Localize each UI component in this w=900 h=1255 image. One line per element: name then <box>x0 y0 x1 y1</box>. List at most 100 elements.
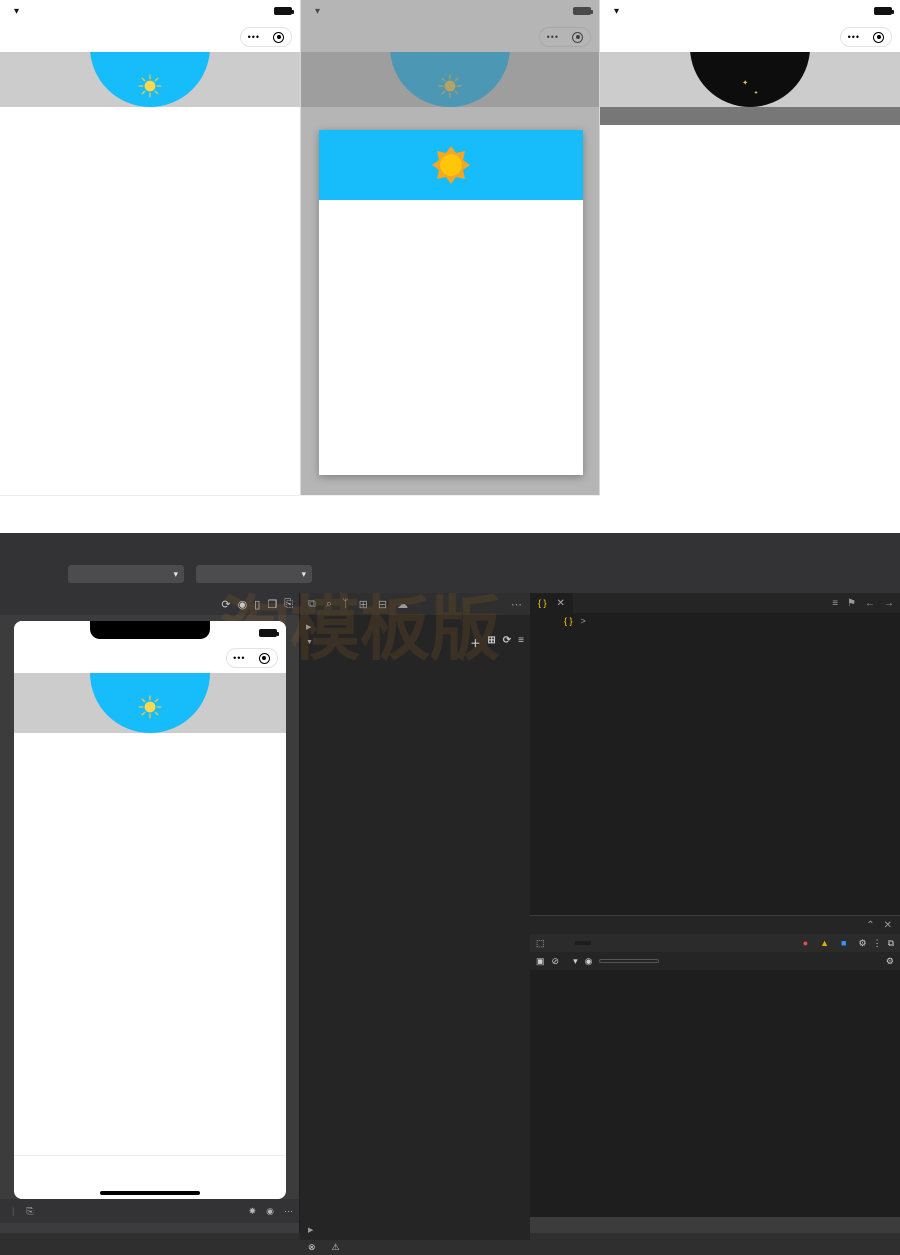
editor-statusline <box>530 1217 900 1233</box>
phone-icon[interactable]: ▯ <box>254 598 260 611</box>
close-circle-icon[interactable] <box>873 31 885 43</box>
wechat-capsule[interactable]: ••• <box>840 27 892 47</box>
more-icon[interactable]: ••• <box>233 653 245 663</box>
kebab-icon[interactable]: ⋮ <box>873 938 882 949</box>
editor-tab-app-json[interactable]: { } ✕ <box>530 593 573 613</box>
tab-console[interactable] <box>574 941 591 945</box>
chevron-right-icon: ▶ <box>306 624 312 631</box>
close-icon[interactable]: ✕ <box>557 598 565 609</box>
sky-night <box>600 52 900 107</box>
database-icon[interactable]: ⊟ <box>378 598 387 611</box>
simulator-footer: | ⎘ ✸ ◉ ⋯ <box>0 1199 299 1223</box>
close-circle-icon[interactable] <box>273 31 285 43</box>
dialog-body <box>319 200 583 228</box>
mode-select[interactable]: ▾ <box>68 565 184 583</box>
search-icon[interactable]: ⌕ <box>326 598 332 611</box>
more-icon[interactable]: ⋯ <box>511 598 522 611</box>
dock-icon[interactable]: ⧉ <box>888 938 894 949</box>
collapse-icon[interactable]: ≡ <box>518 635 524 650</box>
file-tree <box>300 652 530 1233</box>
devtools-tabs: ⬚ ● ▲ ■ ⚙ ⋮ ⧉ <box>530 934 900 952</box>
sim-nav-bar: ••• <box>13 643 286 673</box>
project-root-section[interactable]: ▼ ＋ ⊞ ⟳ ≡ <box>300 633 530 652</box>
menu-bar <box>0 533 900 555</box>
info-count-badge[interactable]: ■ <box>841 938 846 948</box>
console-filter-row: ▣ ⊘ ▾ ◉ ⚙ <box>530 952 900 970</box>
inspect-icon[interactable]: ⬚ <box>536 938 545 949</box>
eye-icon[interactable]: ◉ <box>585 956 593 967</box>
window-icon[interactable]: ❐ <box>267 598 277 611</box>
sim-timeline-strip <box>13 1155 286 1185</box>
refresh-icon[interactable]: ⟳ <box>221 598 230 611</box>
more-icon[interactable]: ⋯ <box>284 1206 293 1217</box>
simulator-screen[interactable]: ••• <box>13 621 286 1199</box>
split-icon[interactable]: ≡ <box>832 598 838 609</box>
cloud-icon[interactable]: ☁ <box>397 598 408 611</box>
console-logs <box>530 970 900 1217</box>
editor-actions: ≡ ⚑ ← → <box>832 593 894 613</box>
status-bar: ▾ <box>600 0 900 22</box>
close-circle-icon[interactable] <box>258 652 270 664</box>
breadcrumb-sep: > <box>580 616 586 626</box>
close-button[interactable] <box>874 533 900 555</box>
main-toolbar: ▾ ▾ <box>0 555 900 593</box>
extensions-icon[interactable]: ⊞ <box>359 598 368 611</box>
chevron-down-icon: ▼ <box>306 639 313 646</box>
copy-icon[interactable]: ⎘ <box>26 1206 33 1217</box>
battery-icon <box>874 7 895 15</box>
back-icon[interactable]: ← <box>865 598 875 609</box>
json-icon: { } <box>564 616 573 626</box>
new-file-icon[interactable]: ＋ <box>470 635 480 650</box>
sky-day <box>0 52 300 107</box>
branch-icon[interactable]: ᛉ <box>342 598 349 610</box>
eye-icon[interactable]: ◉ <box>266 1206 274 1217</box>
sun-icon <box>138 74 162 98</box>
dialog-header <box>319 130 583 200</box>
timeline-strip-mid <box>300 495 600 533</box>
warning-icon: ⚠ <box>331 1242 340 1252</box>
bookmark-icon[interactable]: ⚑ <box>847 598 856 609</box>
window-title-bar <box>800 533 900 555</box>
sim-ground-title <box>13 733 286 745</box>
compile-select[interactable]: ▾ <box>196 565 312 583</box>
problems-summary: ⊗ ⚠ <box>300 1240 530 1255</box>
close-icon[interactable]: ✕ <box>884 920 892 931</box>
home-indicator <box>99 1191 200 1195</box>
battery-icon <box>274 7 295 15</box>
copy-icon[interactable]: ⎘ <box>284 598 293 611</box>
result-dialog <box>319 130 583 475</box>
forward-icon[interactable]: → <box>884 598 894 609</box>
maximize-button[interactable] <box>848 533 874 555</box>
new-folder-icon[interactable]: ⊞ <box>487 635 495 650</box>
file-explorer: ⧉ ⌕ ᛉ ⊞ ⊟ ☁ ⋯ ▶ ▼ ＋ ⊞ ⟳ ≡ <box>300 593 530 1233</box>
console-filter-input[interactable] <box>599 959 660 963</box>
chevron-down-icon: ▾ <box>301 568 306 579</box>
wifi-icon: ▾ <box>14 5 20 17</box>
chevron-down-icon: ▾ <box>573 955 578 966</box>
simulator-toolbar: ⟳ ◉ ▯ ❐ ⎘ <box>0 593 299 615</box>
phone-screenshot-2: ▾ ••• <box>300 0 600 533</box>
execute-icon[interactable]: ▣ <box>536 956 545 967</box>
warning-count-badge[interactable]: ▲ <box>820 938 829 948</box>
clear-icon[interactable]: ⊘ <box>552 956 560 967</box>
sim-sky-day <box>13 673 286 733</box>
chevron-up-icon[interactable]: ⌃ <box>866 920 874 931</box>
gear-icon[interactable]: ⚙ <box>858 938 866 949</box>
open-editors-section[interactable]: ▶ <box>300 621 530 633</box>
code-editor[interactable] <box>530 629 900 915</box>
phone-screenshots-row: ▾ ••• ▾ ••• <box>0 0 900 533</box>
minimize-button[interactable] <box>822 533 848 555</box>
more-icon[interactable]: ••• <box>848 32 860 42</box>
bug-icon[interactable]: ✸ <box>249 1206 257 1217</box>
wechat-capsule[interactable]: ••• <box>225 648 278 668</box>
files-icon[interactable]: ⧉ <box>308 598 316 611</box>
record-icon[interactable]: ◉ <box>238 598 248 611</box>
error-count-badge[interactable]: ● <box>803 938 808 948</box>
more-icon[interactable]: ••• <box>248 32 260 42</box>
wechat-capsule[interactable]: ••• <box>240 27 292 47</box>
refresh-icon[interactable]: ⟳ <box>503 635 511 650</box>
wechat-devtools-window: 一淘模板版 ▾ ▾ ⟳ <box>0 533 900 1255</box>
outline-section[interactable]: ▶ <box>300 1220 530 1240</box>
gear-icon[interactable]: ⚙ <box>886 956 894 967</box>
nav-bar: ••• <box>0 22 300 52</box>
